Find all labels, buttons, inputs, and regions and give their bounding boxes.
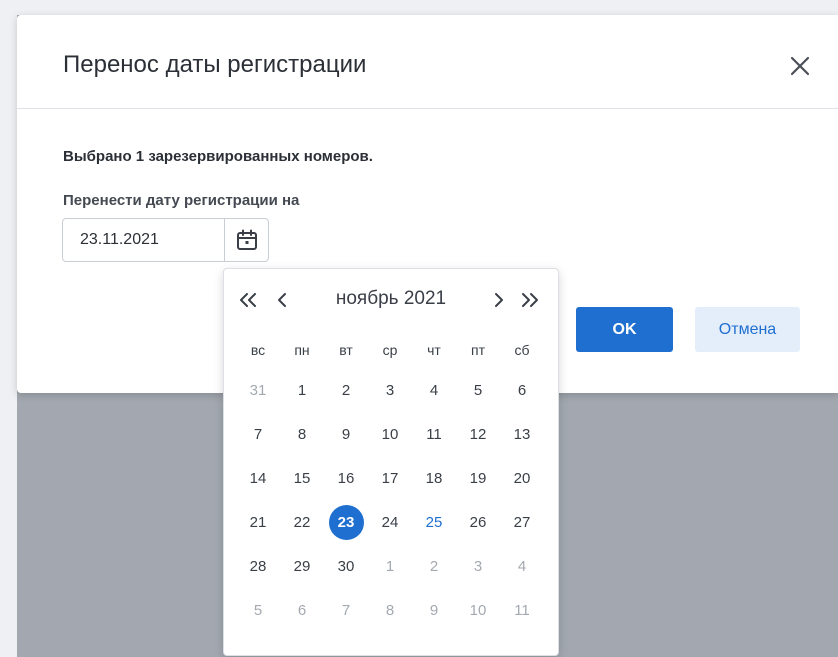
other-month-day[interactable]: 11 <box>500 588 544 632</box>
chevron-left-icon <box>278 293 286 307</box>
dialog-title: Перенос даты регистрации <box>63 51 367 78</box>
other-month-day[interactable]: 6 <box>280 588 324 632</box>
other-month-day[interactable]: 8 <box>368 588 412 632</box>
double-chevron-left-icon <box>240 293 256 307</box>
weekday-header-row: вс пн вт ср чт пт сб <box>236 331 544 368</box>
calendar-day[interactable]: 1 <box>280 368 324 412</box>
calendar-day[interactable]: 27 <box>500 500 544 544</box>
other-month-day[interactable]: 4 <box>500 544 544 588</box>
calendar-day[interactable]: 22 <box>280 500 324 544</box>
next-month-button[interactable] <box>485 285 513 315</box>
calendar-day[interactable]: 12 <box>456 412 500 456</box>
other-month-day[interactable]: 10 <box>456 588 500 632</box>
calendar-day[interactable]: 6 <box>500 368 544 412</box>
calendar-day[interactable]: 18 <box>412 456 456 500</box>
weekday-label: вс <box>250 341 266 358</box>
week-row: 14 15 16 17 18 19 20 <box>236 456 544 500</box>
calendar-day[interactable]: 24 <box>368 500 412 544</box>
weekday-label: ср <box>382 341 398 358</box>
other-month-day[interactable]: 2 <box>412 544 456 588</box>
calendar-day[interactable]: 13 <box>500 412 544 456</box>
calendar-grid: вс пн вт ср чт пт сб 31 1 2 3 4 5 6 7 8 9 10 11 12 13 14 15 16… <box>236 331 544 632</box>
chevron-right-icon <box>495 293 503 307</box>
selected-day-number: 23 <box>328 504 364 540</box>
calendar-day[interactable]: 30 <box>324 544 368 588</box>
calendar-day[interactable]: 26 <box>456 500 500 544</box>
calendar-day[interactable]: 11 <box>412 412 456 456</box>
week-row: 31 1 2 3 4 5 6 <box>236 368 544 412</box>
other-month-day[interactable]: 3 <box>456 544 500 588</box>
calendar-day[interactable]: 7 <box>236 412 280 456</box>
other-month-day[interactable]: 7 <box>324 588 368 632</box>
other-month-day[interactable]: 9 <box>412 588 456 632</box>
calendar-day[interactable]: 16 <box>324 456 368 500</box>
prev-year-button[interactable] <box>234 285 262 315</box>
close-button[interactable] <box>787 53 813 79</box>
ok-button[interactable]: OK <box>576 307 673 352</box>
weekday-label: чт <box>427 341 441 358</box>
calendar-day[interactable]: 28 <box>236 544 280 588</box>
week-row: 7 8 9 10 11 12 13 <box>236 412 544 456</box>
other-month-day[interactable]: 5 <box>236 588 280 632</box>
calendar-day[interactable]: 2 <box>324 368 368 412</box>
calendar-day[interactable]: 15 <box>280 456 324 500</box>
close-icon <box>790 56 810 76</box>
weekday-label: пт <box>471 341 485 358</box>
weekday-label: пн <box>294 341 310 358</box>
calendar-day[interactable]: 3 <box>368 368 412 412</box>
date-picker-popup: ноябрь 2021 вс пн вт ср чт пт сб 31 1 2 3 4 5 6 7 8 9 10… <box>223 268 559 656</box>
other-month-day[interactable]: 1 <box>368 544 412 588</box>
calendar-day[interactable]: 21 <box>236 500 280 544</box>
weekday-label: вт <box>339 341 353 358</box>
cancel-button[interactable]: Отмена <box>695 307 800 352</box>
next-year-button[interactable] <box>516 285 544 315</box>
calendar-day[interactable]: 10 <box>368 412 412 456</box>
double-chevron-right-icon <box>522 293 538 307</box>
calendar-day[interactable]: 20 <box>500 456 544 500</box>
calendar-day[interactable]: 19 <box>456 456 500 500</box>
date-field-label: Перенести дату регистрации на <box>63 192 300 209</box>
calendar-toggle-button[interactable] <box>224 218 269 262</box>
selected-day[interactable]: 23 <box>324 500 368 544</box>
week-row: 28 29 30 1 2 3 4 <box>236 544 544 588</box>
calendar-day[interactable]: 29 <box>280 544 324 588</box>
week-row: 5 6 7 8 9 10 11 <box>236 588 544 632</box>
date-input[interactable] <box>62 218 225 262</box>
week-row: 21 22 23 24 25 26 27 <box>236 500 544 544</box>
dialog-header: Перенос даты регистрации <box>17 15 838 109</box>
calendar-day[interactable]: 14 <box>236 456 280 500</box>
calendar-day[interactable]: 8 <box>280 412 324 456</box>
calendar-icon <box>236 229 257 250</box>
calendar-day[interactable]: 4 <box>412 368 456 412</box>
today-day[interactable]: 25 <box>412 500 456 544</box>
calendar-day[interactable]: 17 <box>368 456 412 500</box>
other-month-day[interactable]: 31 <box>236 368 280 412</box>
weekday-label: сб <box>514 341 530 358</box>
selection-message: Выбрано 1 зарезервированных номеров. <box>63 148 373 165</box>
calendar-day[interactable]: 9 <box>324 412 368 456</box>
prev-month-button[interactable] <box>268 285 296 315</box>
month-year-text[interactable]: ноябрь 2021 <box>336 288 446 309</box>
calendar-day[interactable]: 5 <box>456 368 500 412</box>
